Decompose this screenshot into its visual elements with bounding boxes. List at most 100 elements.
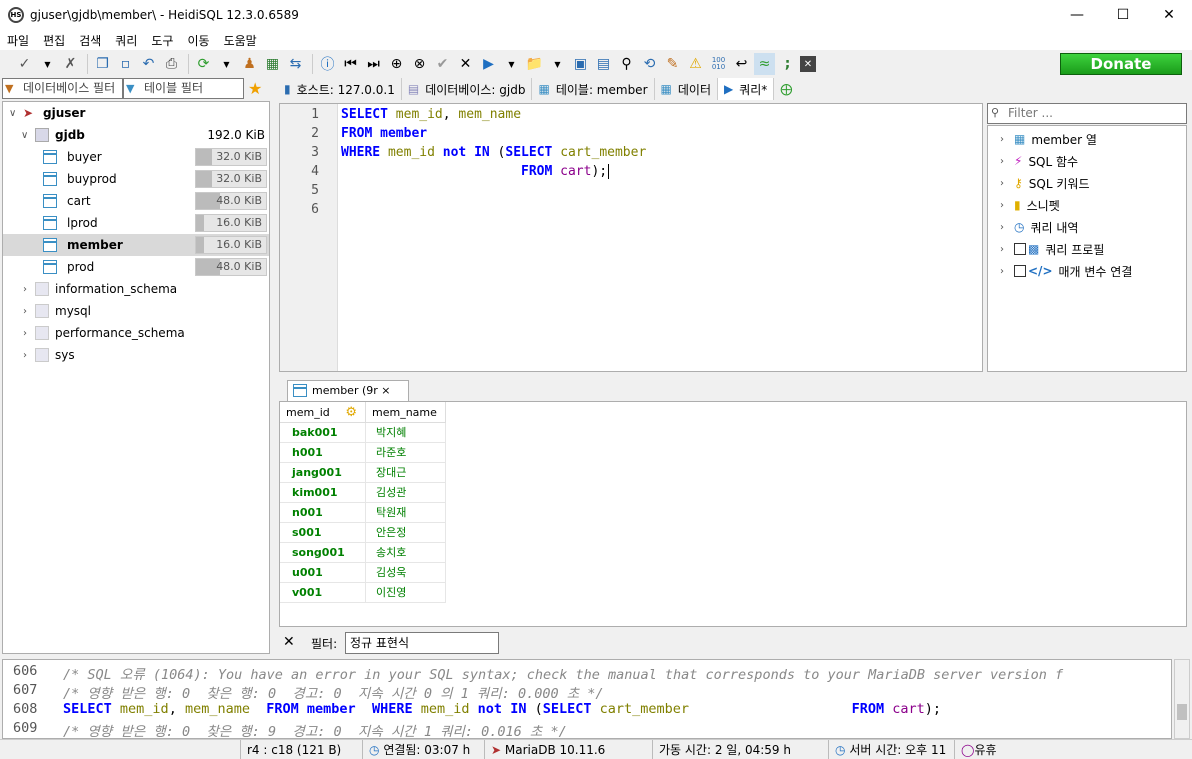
cancel-icon[interactable]: ✕: [455, 53, 476, 75]
cell-mem-name[interactable]: 김성관: [366, 483, 446, 503]
tree-database-item[interactable]: › mysql: [3, 300, 269, 322]
cell-mem-name[interactable]: 이진영: [366, 583, 446, 603]
check-icon[interactable]: ✔: [432, 53, 453, 75]
refresh-icon[interactable]: ⟳: [193, 53, 214, 75]
database-filter-input[interactable]: 데이터베이스 필터: [2, 78, 123, 99]
cell-mem-id[interactable]: jang001: [280, 463, 366, 483]
cell-mem-name[interactable]: 송치호: [366, 543, 446, 563]
binary-icon[interactable]: 100 010: [708, 53, 729, 75]
cell-mem-id[interactable]: h001: [280, 443, 366, 463]
dropdown-icon[interactable]: ▼: [501, 53, 522, 75]
table-filter-input[interactable]: 테이블 필터: [123, 78, 244, 99]
tree-database-item[interactable]: › performance_schema: [3, 322, 269, 344]
menu-help[interactable]: 도움말: [217, 32, 264, 49]
tree-table-item[interactable]: buyprod 32.0 KiB: [3, 168, 269, 190]
menu-search[interactable]: 검색: [72, 32, 108, 49]
export-icon[interactable]: ▦: [262, 53, 283, 75]
tree-database[interactable]: ∨ gjdb 192.0 KiB: [3, 124, 269, 146]
cell-mem-id[interactable]: n001: [280, 503, 366, 523]
tree-database-item[interactable]: › information_schema: [3, 278, 269, 300]
first-icon[interactable]: ⏮: [340, 53, 361, 75]
run-icon[interactable]: ▶: [478, 53, 499, 75]
clear-icon[interactable]: ✎: [662, 53, 683, 75]
stop-icon[interactable]: ✕: [800, 56, 816, 72]
cell-mem-id[interactable]: u001: [280, 563, 366, 583]
star-icon[interactable]: ★: [248, 79, 262, 98]
tree-table-item[interactable]: buyer 32.0 KiB: [3, 146, 269, 168]
cell-mem-id[interactable]: v001: [280, 583, 366, 603]
tab-query[interactable]: ▶ 쿼리*: [717, 78, 775, 100]
menu-tools[interactable]: 도구: [144, 32, 180, 49]
warning-icon[interactable]: ⚠: [685, 53, 706, 75]
tab-host[interactable]: ▮ 호스트: 127.0.0.1: [278, 78, 402, 100]
tree-table-item[interactable]: lprod 16.0 KiB: [3, 212, 269, 234]
copy-icon[interactable]: ❐: [92, 53, 113, 75]
format-icon[interactable]: ≈: [754, 53, 775, 75]
last-icon[interactable]: ⏭: [363, 53, 384, 75]
cell-mem-id[interactable]: s001: [280, 523, 366, 543]
tree-database-item[interactable]: › sys: [3, 344, 269, 366]
cell-mem-name[interactable]: 라준호: [366, 443, 446, 463]
helper-filter-input[interactable]: Filter ...: [987, 103, 1187, 124]
menu-goto[interactable]: 이동: [180, 32, 216, 49]
wrap-icon[interactable]: ↩: [731, 53, 752, 75]
cell-mem-name[interactable]: 박지혜: [366, 423, 446, 443]
filter-regex-input[interactable]: 정규 표현식: [345, 632, 499, 654]
replace-icon[interactable]: ⟲: [639, 53, 660, 75]
sql-log[interactable]: 606 607 608 609 /* SQL 오류 (1064): You ha…: [2, 659, 1172, 740]
dropdown-icon[interactable]: ▼: [216, 53, 237, 75]
cell-mem-id[interactable]: kim001: [280, 483, 366, 503]
maximize-button[interactable]: ☐: [1100, 0, 1146, 30]
users-icon[interactable]: ♟: [239, 53, 260, 75]
add-icon[interactable]: ⊕: [386, 53, 407, 75]
database-tree: ∨ ➤ gjuser ∨ gjdb 192.0 KiB buyer 32.0 Ki…: [2, 101, 270, 654]
close-button[interactable]: ✕: [1146, 0, 1192, 30]
cell-mem-name[interactable]: 김성욱: [366, 563, 446, 583]
help-icon[interactable]: ⓘ: [317, 53, 338, 75]
paste-icon[interactable]: ▫: [115, 53, 136, 75]
checkbox[interactable]: [1014, 243, 1026, 255]
save-icon[interactable]: ▣: [570, 53, 591, 75]
dropdown-icon[interactable]: ▼: [37, 53, 58, 75]
cell-mem-id[interactable]: song001: [280, 543, 366, 563]
new-query-tab-button[interactable]: ⨁: [774, 78, 798, 100]
table-icon: [43, 150, 57, 164]
tab-table[interactable]: ▦ 테이블: member: [532, 78, 655, 100]
filter-bar: ✕ 필터: 정규 표현식: [279, 630, 1187, 656]
column-header-mem-name[interactable]: mem_name: [366, 402, 446, 423]
semicolon-icon[interactable]: ;: [777, 53, 798, 75]
tree-table-item[interactable]: member 16.0 KiB: [3, 234, 269, 256]
cell-mem-name[interactable]: 장대근: [366, 463, 446, 483]
menu-edit[interactable]: 편집: [36, 32, 72, 49]
dropdown-icon[interactable]: ▼: [547, 53, 568, 75]
save-copy-icon[interactable]: ▤: [593, 53, 614, 75]
transfer-icon[interactable]: ⇆: [285, 53, 306, 75]
print-icon[interactable]: ⎙: [161, 53, 182, 75]
cell-mem-name[interactable]: 안은정: [366, 523, 446, 543]
tree-server[interactable]: ∨ ➤ gjuser: [3, 102, 269, 124]
checkbox[interactable]: [1014, 265, 1026, 277]
close-filter-icon[interactable]: ✕: [283, 634, 295, 650]
minimize-button[interactable]: —: [1054, 0, 1100, 30]
host-icon: ▮: [284, 82, 291, 96]
tab-data[interactable]: ▦ 데이터: [655, 78, 718, 100]
open-folder-icon[interactable]: 📁: [524, 53, 545, 75]
menu-query[interactable]: 쿼리: [108, 32, 144, 49]
donate-button[interactable]: Donate: [1060, 53, 1182, 75]
tree-table-item[interactable]: cart 48.0 KiB: [3, 190, 269, 212]
connect-icon[interactable]: ✓: [14, 53, 35, 75]
tab-database[interactable]: ▤ 데이터베이스: gjdb: [402, 78, 533, 100]
delete-icon[interactable]: ⊗: [409, 53, 430, 75]
tree-table-item[interactable]: prod 48.0 KiB: [3, 256, 269, 278]
log-scrollbar[interactable]: [1174, 659, 1190, 739]
disconnect-icon[interactable]: ✗: [60, 53, 81, 75]
database-icon: [35, 304, 49, 318]
column-header-mem-id[interactable]: mem_id ⚙: [280, 402, 366, 423]
menu-file[interactable]: 파일: [0, 32, 36, 49]
sql-editor[interactable]: 1 2 3 4 5 6 SELECT mem_id, mem_name FROM…: [279, 103, 983, 372]
undo-icon[interactable]: ↶: [138, 53, 159, 75]
result-grid[interactable]: mem_id ⚙ mem_name bak001 박지혜 h001 라준호 jang001…: [279, 401, 1187, 627]
find-icon[interactable]: ⚲: [616, 53, 637, 75]
cell-mem-name[interactable]: 탁원재: [366, 503, 446, 523]
cell-mem-id[interactable]: bak001: [280, 423, 366, 443]
